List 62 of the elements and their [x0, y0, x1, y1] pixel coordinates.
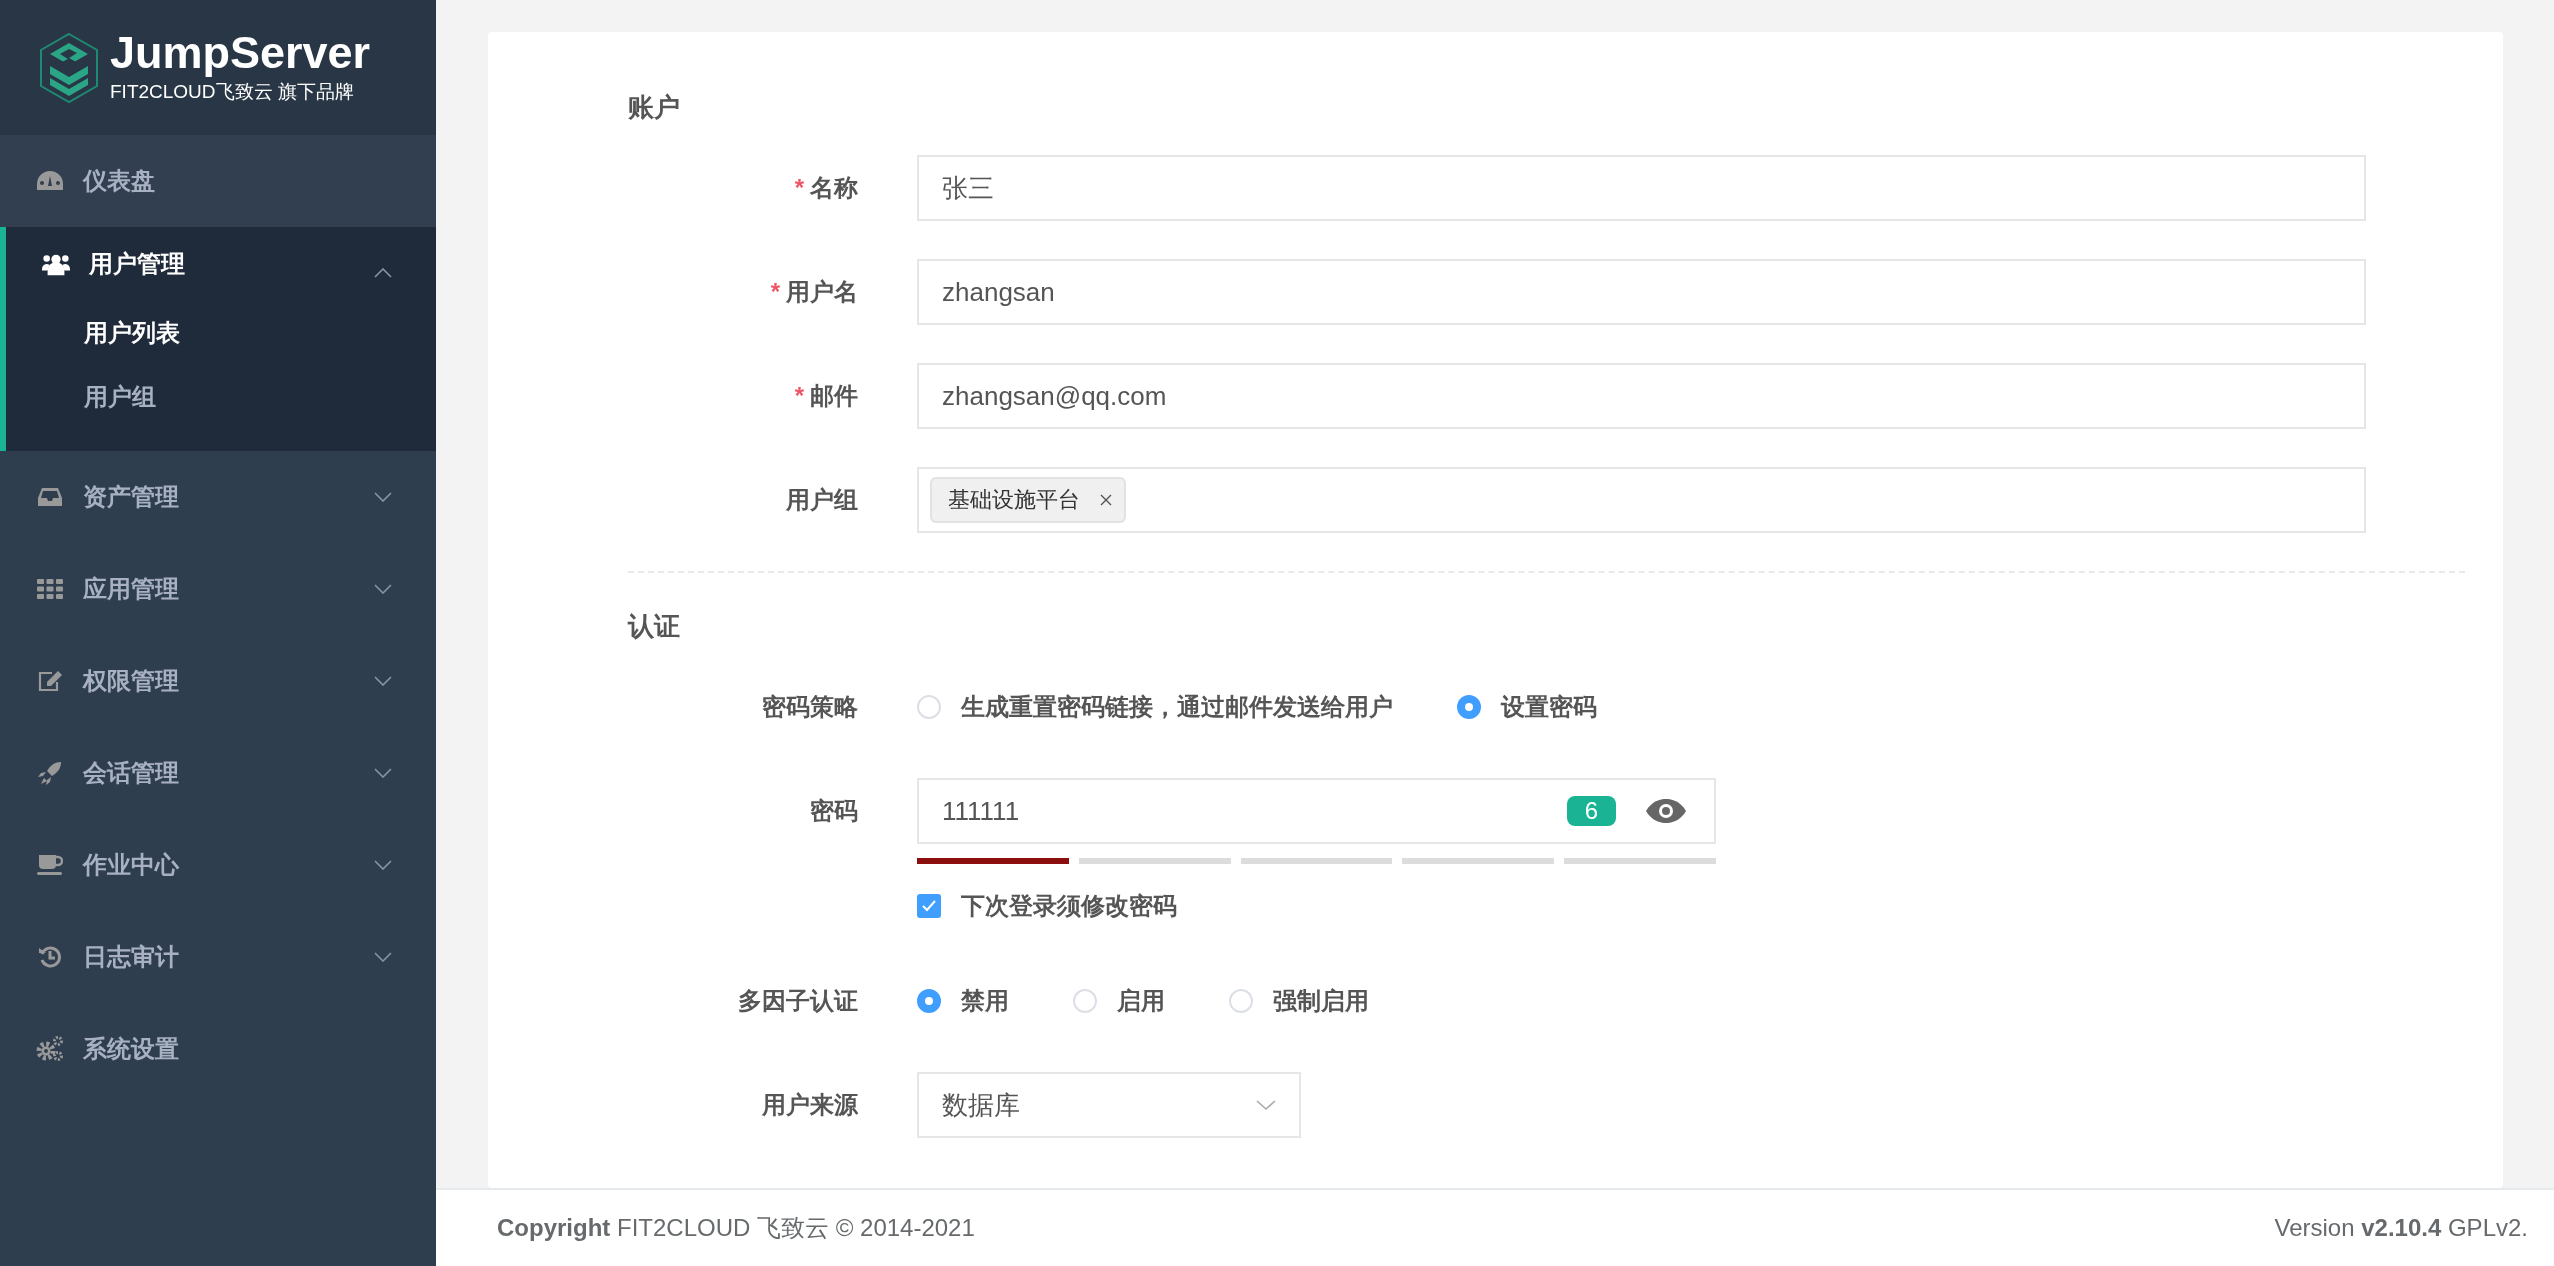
radio-button[interactable]: [1457, 695, 1481, 719]
chevron-icon: [1256, 1099, 1276, 1111]
logo-tagline: FIT2CLOUD飞致云 旗下品牌: [110, 80, 355, 104]
field-label: * 邮件: [793, 381, 858, 411]
chevron-icon: [374, 768, 392, 778]
sidebar-item[interactable]: 权限管理: [0, 635, 436, 727]
dashboard-icon: [36, 170, 64, 192]
chevron-icon: [374, 268, 392, 278]
gears-icon: [36, 1036, 64, 1062]
sidebar-item[interactable]: 应用管理: [0, 543, 436, 635]
check-icon: [922, 900, 936, 912]
radio-label: 设置密码: [1501, 692, 1597, 722]
close-icon[interactable]: [1100, 494, 1112, 506]
sidebar-item[interactable]: 系统设置: [0, 1003, 436, 1095]
version-text: Version v2.10.4 GPLv2.: [2274, 1214, 2528, 1242]
copyright-text: Copyright FIT2CLOUD 飞致云 © 2014-2021: [497, 1213, 975, 1243]
select-field[interactable]: 数据库: [917, 1072, 1301, 1138]
chevron-icon: [374, 676, 392, 686]
field-label: 用户来源: [761, 1090, 858, 1120]
inbox-icon: [38, 487, 62, 507]
section-title: 认证: [628, 610, 681, 643]
field-label: 密码: [809, 796, 858, 826]
length-badge: 6: [1566, 796, 1616, 826]
sidebar-subitem[interactable]: 用户组: [6, 365, 436, 429]
logo-name: JumpServer: [110, 30, 371, 75]
field-label: 用户组: [785, 485, 858, 515]
chevron-icon: [374, 584, 392, 594]
radio-button[interactable]: [917, 989, 941, 1013]
grid-icon: [37, 579, 63, 599]
sidebar-subitem[interactable]: 用户列表: [6, 301, 436, 365]
chevron-icon: [374, 860, 392, 870]
input-field[interactable]: 张三: [917, 155, 2366, 221]
field-label: 密码策略: [761, 692, 858, 722]
edit-icon: [37, 670, 63, 692]
radio-label: 生成重置密码链接，通过邮件发送给用户: [961, 692, 1393, 722]
rocket-icon: [38, 761, 62, 785]
password-field[interactable]: 111111 6: [917, 778, 1716, 844]
input-field[interactable]: zhangsan: [917, 259, 2366, 325]
sidebar-item[interactable]: 日志审计: [0, 911, 436, 1003]
checkbox-label: 下次登录须修改密码: [961, 891, 1177, 921]
sidebar-item[interactable]: 用户管理: [6, 227, 436, 301]
coffee-cup-icon: [37, 854, 63, 876]
history-icon: [38, 945, 62, 969]
checkbox[interactable]: [917, 894, 941, 918]
tag-chip[interactable]: 基础设施平台: [930, 477, 1126, 523]
chevron-icon: [374, 952, 392, 962]
sidebar-item[interactable]: 资产管理: [0, 451, 436, 543]
field-label: 多因子认证: [737, 986, 858, 1016]
logo-icon: [38, 31, 100, 104]
radio-label: 启用: [1117, 986, 1165, 1016]
section-title: 账户: [628, 91, 681, 124]
users-icon: [42, 252, 70, 276]
tag-select-field[interactable]: 基础设施平台: [917, 467, 2366, 533]
input-field[interactable]: zhangsan@qq.com: [917, 363, 2366, 429]
sidebar-item[interactable]: 作业中心: [0, 819, 436, 911]
eye-icon[interactable]: [1644, 798, 1688, 824]
field-label: * 名称: [793, 173, 858, 203]
sidebar-item[interactable]: 会话管理: [0, 727, 436, 819]
field-label: * 用户名: [769, 277, 858, 307]
radio-label: 禁用: [961, 986, 1009, 1016]
radio-label: 强制启用: [1273, 986, 1369, 1016]
chevron-icon: [374, 492, 392, 502]
